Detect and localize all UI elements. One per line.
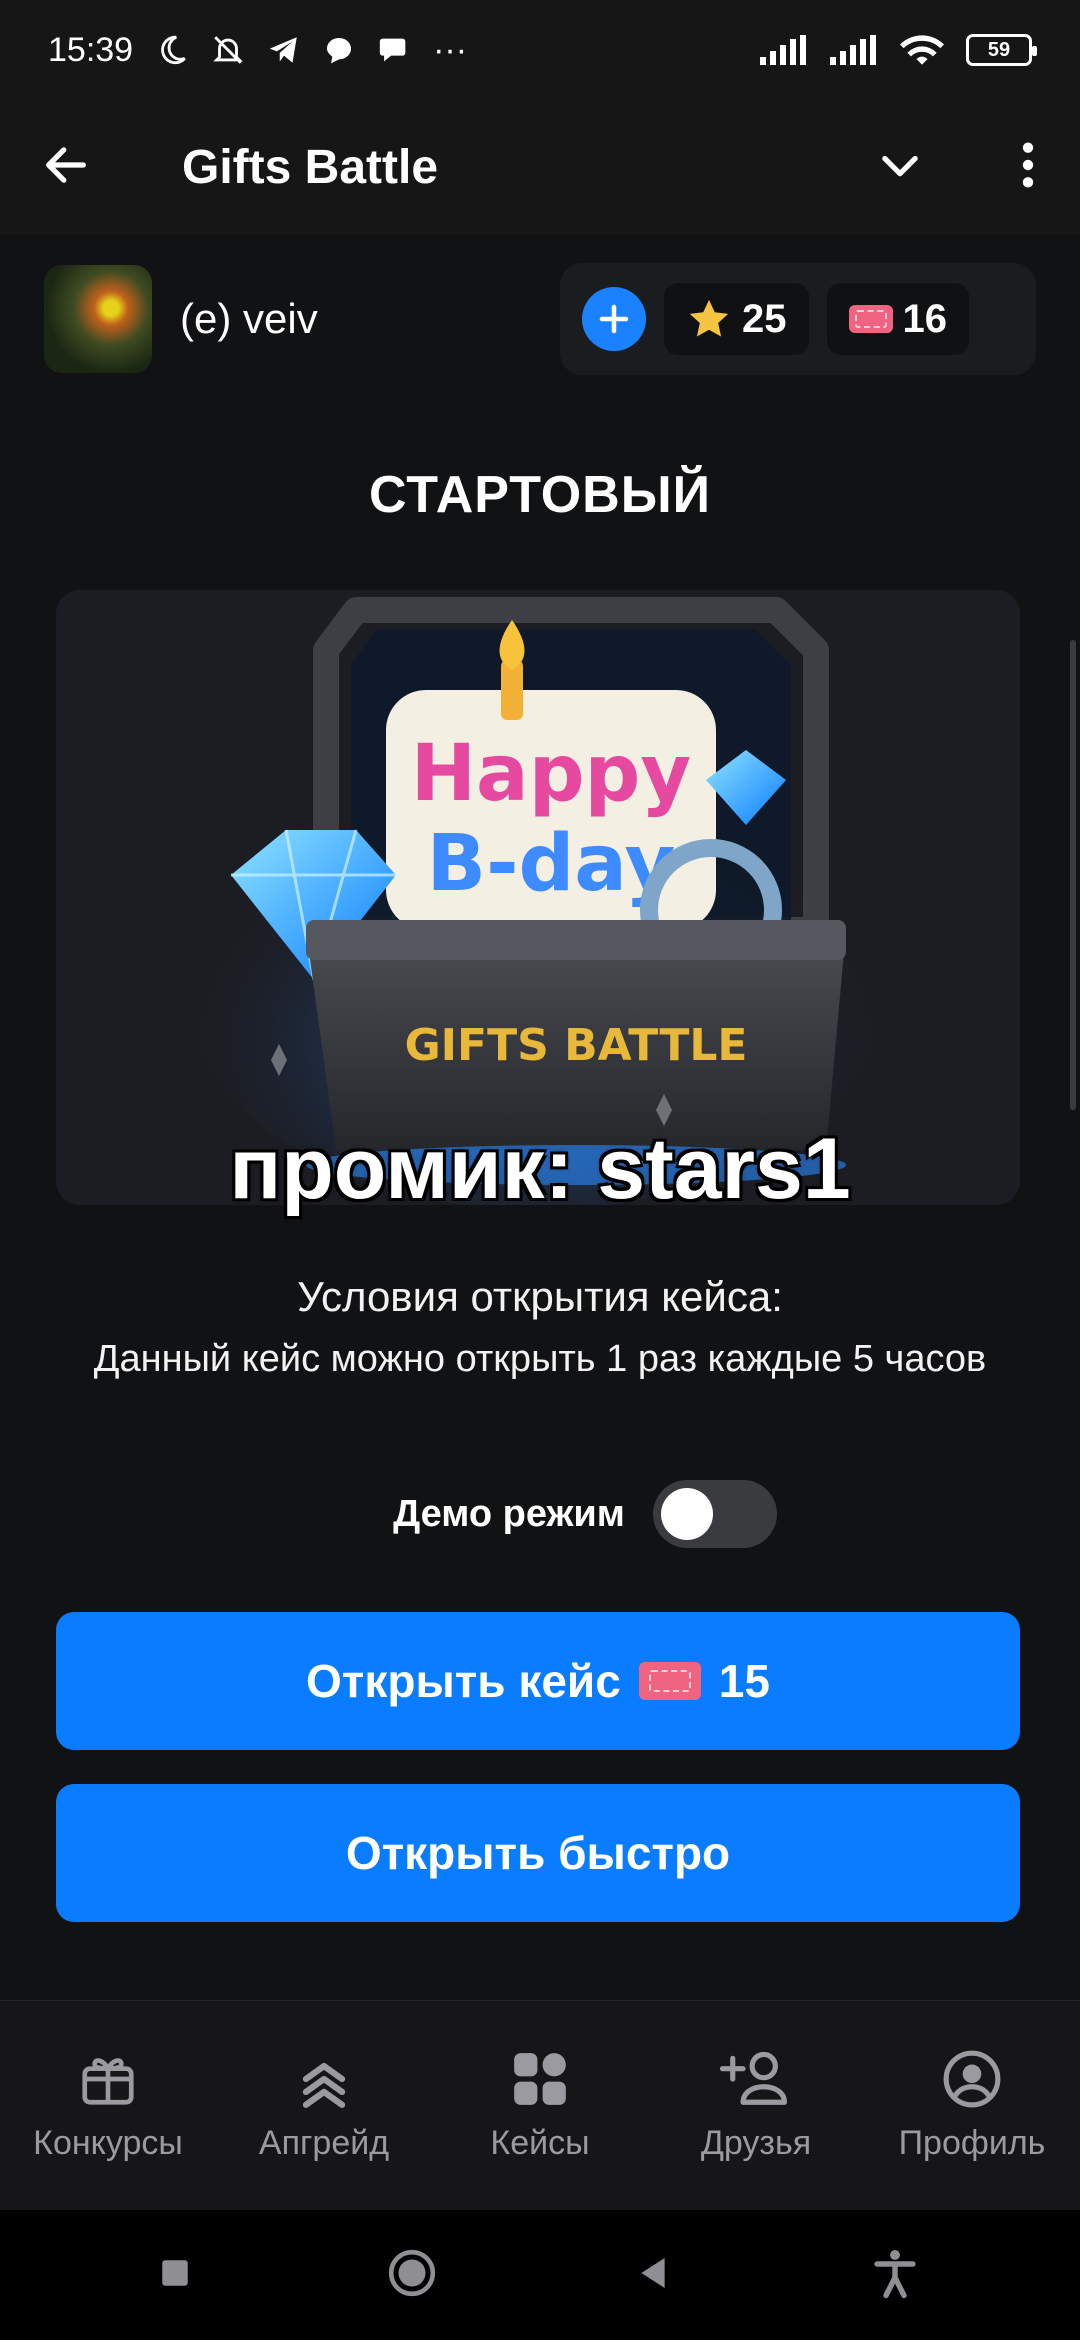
demo-mode-label: Демо режим — [393, 1492, 625, 1535]
ticket-icon — [848, 305, 893, 333]
webapp-content: (e) veiv 25 16 СТАРТОВЫЙ Happy B-day GIF… — [0, 235, 1080, 2000]
tab-upgrade[interactable]: Апгрейд — [216, 2001, 432, 2210]
gift-icon — [82, 2058, 134, 2105]
add-friend-icon — [719, 2051, 788, 2105]
stars-count: 25 — [742, 296, 787, 341]
treasure-chest-illustration: Happy B-day GIFTS BATTLE — [176, 597, 896, 1205]
muted-bell-icon — [211, 33, 245, 67]
open-fast-label: Открыть быстро — [345, 1827, 731, 1879]
star-icon — [689, 299, 729, 337]
tickets-count: 16 — [902, 296, 948, 341]
signal-icon — [760, 35, 808, 65]
clock: 15:39 — [48, 30, 134, 69]
demo-mode-toggle[interactable] — [652, 1480, 777, 1548]
banner-brand-text: GIFTS BATTLE — [405, 1020, 748, 1071]
open-case-price: 15 — [718, 1655, 770, 1707]
signal-icon-2 — [830, 35, 878, 65]
chevron-down-icon[interactable] — [874, 139, 926, 196]
tab-cases[interactable]: Кейсы — [432, 2001, 648, 2210]
tab-profile-label: Профиль — [898, 2124, 1046, 2162]
profile-icon — [943, 2050, 1001, 2108]
moon-icon — [155, 33, 189, 67]
promo-overlay-text: промик: stars1 — [229, 1121, 851, 1217]
open-case-label: Открыть кейс — [306, 1655, 621, 1707]
wifi-icon — [900, 33, 944, 67]
home-icon[interactable] — [387, 2248, 437, 2303]
demo-mode-row: Демо режим — [0, 1480, 1080, 1548]
balance-panel: 25 16 — [560, 263, 1036, 375]
user-header: (e) veiv 25 16 — [44, 263, 1036, 375]
banner-bday-text: B-day — [427, 819, 676, 909]
top-up-button[interactable] — [582, 287, 646, 351]
chat-icon — [323, 34, 355, 66]
app-bar: Gifts Battle — [0, 100, 1080, 235]
case-title: СТАРТОВЫЙ — [368, 466, 712, 524]
back-icon[interactable] — [633, 2253, 673, 2298]
open-fast-button[interactable]: Открыть быстро — [56, 1784, 1020, 1922]
tickets-balance[interactable]: 16 — [826, 283, 969, 355]
tab-contests-label: Конкурсы — [33, 2124, 183, 2162]
more-vertical-icon[interactable] — [1016, 139, 1040, 196]
toggle-knob — [660, 1488, 713, 1540]
case-banner: Happy B-day GIFTS BATTLE — [56, 590, 1020, 1205]
stars-balance[interactable]: 25 — [664, 283, 809, 355]
tab-profile[interactable]: Профиль — [864, 2001, 1080, 2210]
more-notifications: ··· — [433, 30, 468, 69]
recents-icon[interactable] — [158, 2256, 192, 2295]
telegram-icon — [267, 33, 301, 67]
tab-cases-label: Кейсы — [490, 2124, 590, 2162]
plus-icon — [599, 304, 629, 334]
scrollbar[interactable] — [1070, 640, 1076, 1110]
avatar[interactable] — [44, 265, 152, 373]
open-case-button[interactable]: Открыть кейс 15 — [56, 1612, 1020, 1750]
app-title: Gifts Battle — [182, 141, 439, 194]
banner-happy-text: Happy — [411, 729, 691, 819]
system-nav-bar — [0, 2210, 1080, 2340]
back-arrow-icon[interactable] — [40, 139, 92, 196]
tab-contests[interactable]: Конкурсы — [0, 2001, 216, 2210]
username: (e) veiv — [180, 295, 318, 342]
tab-friends[interactable]: Друзья — [648, 2001, 864, 2210]
battery-indicator: 59 — [966, 34, 1037, 66]
tab-friends-label: Друзья — [700, 2124, 812, 2162]
bottom-tab-bar: Конкурсы Апгрейд Кейсы Друзья Профиль — [0, 2000, 1080, 2210]
conditions-title: Условия открытия кейса: — [297, 1273, 783, 1320]
accessibility-icon[interactable] — [868, 2246, 922, 2305]
upgrade-icon — [302, 2062, 346, 2108]
cases-icon — [514, 2053, 566, 2105]
chat-bubbles-icon — [377, 33, 411, 67]
ticket-icon — [638, 1662, 701, 1700]
status-bar: 15:39 ··· 59 — [0, 0, 1080, 100]
tab-upgrade-label: Апгрейд — [258, 2124, 390, 2162]
conditions-text: Данный кейс можно открыть 1 раз каждые 5… — [93, 1338, 987, 1380]
